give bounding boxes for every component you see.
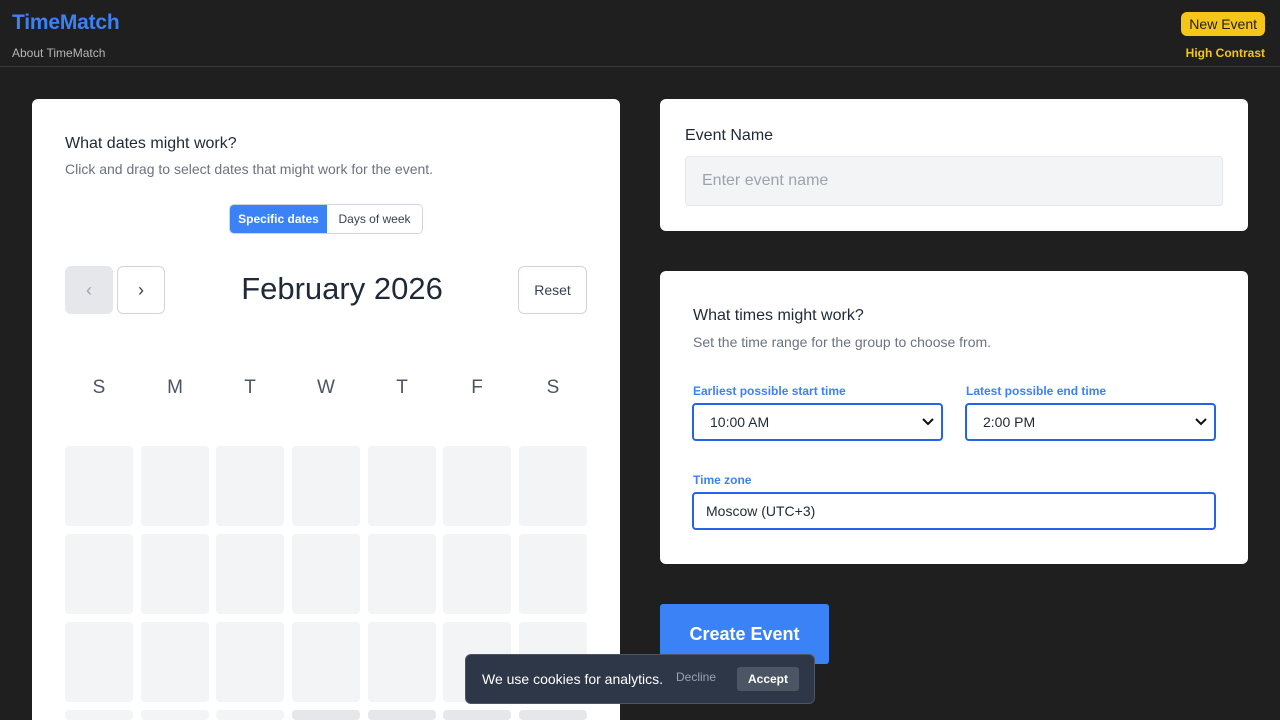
start-time-label: Earliest possible start time — [693, 384, 846, 398]
calendar-day-cell[interactable] — [519, 710, 587, 720]
times-card: What times might work? Set the time rang… — [660, 271, 1248, 564]
calendar-day-cell[interactable] — [141, 622, 209, 702]
dates-subtitle: Click and drag to select dates that migh… — [65, 161, 434, 177]
decline-button[interactable]: Decline — [676, 670, 716, 684]
reset-button[interactable]: Reset — [518, 266, 587, 314]
calendar-day-cell[interactable] — [216, 710, 284, 720]
new-event-button[interactable]: New Event — [1181, 12, 1265, 36]
timezone-input[interactable]: Moscow (UTC+3) — [692, 492, 1216, 530]
calendar-day-cell[interactable] — [141, 446, 209, 526]
weekday-label: S — [546, 377, 560, 398]
tab-days-of-week[interactable]: Days of week — [327, 205, 422, 233]
weekday-header: S M T W T F S — [65, 377, 587, 401]
weekday-label: W — [317, 377, 335, 398]
calendar-day-cell[interactable] — [65, 446, 133, 526]
event-name-label: Event Name — [685, 127, 774, 144]
calendar-day-cell[interactable] — [65, 710, 133, 720]
timezone-value: Moscow (UTC+3) — [706, 503, 816, 519]
weekday-label: M — [167, 377, 183, 398]
weekday-label: F — [471, 377, 483, 398]
calendar-day-cell[interactable] — [368, 446, 436, 526]
weekday-label: T — [244, 377, 256, 398]
calendar-day-cell[interactable] — [292, 534, 360, 614]
high-contrast-link[interactable]: High Contrast — [1186, 46, 1265, 60]
calendar-day-cell[interactable] — [216, 534, 284, 614]
tab-specific-dates[interactable]: Specific dates — [230, 205, 327, 233]
calendar-day-cell[interactable] — [368, 710, 436, 720]
calendar-day-cell[interactable] — [368, 534, 436, 614]
accept-button[interactable]: Accept — [737, 667, 799, 691]
end-time-select[interactable]: 2:00 PM — [965, 403, 1216, 441]
chevron-down-icon — [921, 415, 935, 429]
prev-month-button[interactable]: ‹ — [65, 266, 113, 314]
top-header: TimeMatch About TimeMatch New Event High… — [0, 0, 1280, 67]
about-link[interactable]: About TimeMatch — [12, 46, 105, 60]
times-subtitle: Set the time range for the group to choo… — [693, 334, 992, 350]
chevron-left-icon: ‹ — [86, 279, 92, 300]
calendar-day-cell[interactable] — [216, 446, 284, 526]
calendar-day-cell[interactable] — [65, 534, 133, 614]
chevron-right-icon: › — [138, 279, 144, 300]
weekday-label: T — [396, 377, 408, 398]
calendar-day-cell[interactable] — [443, 710, 511, 720]
brand-logo[interactable]: TimeMatch — [12, 11, 120, 35]
calendar-day-cell[interactable] — [65, 622, 133, 702]
event-name-input[interactable] — [685, 156, 1223, 206]
start-time-select[interactable]: 10:00 AM — [692, 403, 943, 441]
calendar-day-cell[interactable] — [443, 534, 511, 614]
start-time-value: 10:00 AM — [710, 414, 770, 430]
calendar-day-cell[interactable] — [292, 622, 360, 702]
chevron-down-icon — [1194, 415, 1208, 429]
calendar-day-cell[interactable] — [216, 622, 284, 702]
end-time-label: Latest possible end time — [966, 384, 1107, 398]
next-month-button[interactable]: › — [117, 266, 165, 314]
month-label: February 2026 — [241, 271, 443, 306]
cookie-message: We use cookies for analytics. — [482, 671, 664, 687]
calendar-day-cell[interactable] — [141, 534, 209, 614]
date-mode-toggle: Specific dates Days of week — [229, 204, 423, 234]
calendar-day-cell[interactable] — [141, 710, 209, 720]
weekday-label: S — [92, 377, 106, 398]
calendar-day-cell[interactable] — [292, 710, 360, 720]
cookie-banner: We use cookies for analytics. Decline Ac… — [465, 654, 815, 704]
calendar-day-cell[interactable] — [443, 446, 511, 526]
dates-title: What dates might work? — [65, 135, 237, 152]
calendar-day-cell[interactable] — [368, 622, 436, 702]
calendar-day-cell[interactable] — [292, 446, 360, 526]
event-name-card: Event Name — [660, 99, 1248, 231]
dates-card: What dates might work? Click and drag to… — [32, 99, 620, 720]
calendar-day-cell[interactable] — [519, 534, 587, 614]
calendar-day-cell[interactable] — [519, 446, 587, 526]
timezone-label: Time zone — [693, 473, 752, 487]
end-time-value: 2:00 PM — [983, 414, 1036, 430]
times-title: What times might work? — [693, 307, 864, 324]
